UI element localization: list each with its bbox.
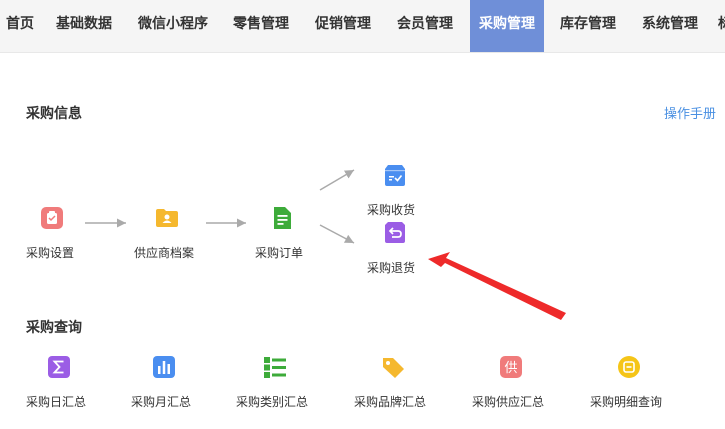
nav-item-mini-program[interactable]: 微信小程序 (138, 0, 208, 52)
nav-item-cut-off[interactable]: 标 (718, 0, 725, 52)
bar-chart-icon (152, 355, 176, 379)
query-label-detail-query: 采购明细查询 (590, 395, 663, 409)
sigma-icon (47, 355, 71, 379)
top-nav-bar: 首页 基础数据 微信小程序 零售管理 促销管理 会员管理 采购管理 库存管理 系… (0, 0, 725, 53)
return-box-icon (383, 220, 407, 244)
query-label-brand-summary: 采购品牌汇总 (354, 395, 427, 409)
flow-item-supplier-file[interactable]: 供应商档案 (134, 206, 199, 266)
nav-item-member[interactable]: 会员管理 (397, 0, 453, 52)
nav-item-home[interactable]: 首页 (6, 0, 34, 52)
folder-user-icon (155, 206, 179, 230)
nav-item-base-data[interactable]: 基础数据 (56, 0, 112, 52)
flow-label-purchase-receipt: 采购收货 (367, 203, 416, 217)
flow-label-purchase-return: 采购退货 (367, 261, 416, 275)
query-item-supply-summary[interactable]: 供 采购供应汇总 (472, 355, 554, 413)
nav-item-system[interactable]: 系统管理 (642, 0, 698, 52)
query-item-brand-summary[interactable]: 采购品牌汇总 (354, 355, 436, 413)
query-item-detail-query[interactable]: 采购明细查询 (590, 355, 672, 413)
flow-item-purchase-settings[interactable]: 采购设置 (26, 206, 74, 266)
supply-badge-text: 供 (504, 361, 517, 376)
document-icon (270, 206, 294, 230)
tag-icon (381, 355, 405, 379)
supply-badge-icon: 供 (499, 355, 523, 379)
query-item-category-summary[interactable]: 采购类别汇总 (236, 355, 318, 413)
query-label-daily-summary: 采购日汇总 (26, 395, 87, 409)
flow-label-purchase-order: 采购订单 (255, 246, 304, 260)
inbox-check-icon (383, 163, 407, 187)
flow-item-purchase-receipt[interactable]: 采购收货 (367, 163, 423, 219)
flow-arrow-order-to-receipt (319, 169, 355, 191)
nav-item-retail[interactable]: 零售管理 (233, 0, 289, 52)
clipboard-icon (40, 206, 64, 230)
flow-arrow-order-to-return (319, 224, 355, 244)
section-title-purchase-info: 采购信息 (26, 106, 82, 122)
detail-circle-icon (617, 355, 641, 379)
section-title-purchase-query: 采购查询 (26, 320, 82, 336)
query-label-supply-summary: 采购供应汇总 (472, 395, 545, 409)
query-item-daily-summary[interactable]: 采购日汇总 (26, 355, 96, 413)
list-icon (263, 355, 287, 379)
nav-item-inventory[interactable]: 库存管理 (560, 0, 616, 52)
query-item-monthly-summary[interactable]: 采购月汇总 (131, 355, 201, 413)
flow-label-supplier-file: 供应商档案 (134, 246, 195, 260)
annotation-arrow (428, 252, 566, 320)
flow-label-purchase-settings: 采购设置 (26, 246, 75, 260)
flow-item-purchase-return[interactable]: 采购退货 (367, 220, 423, 276)
query-label-monthly-summary: 采购月汇总 (131, 395, 192, 409)
operation-manual-link[interactable]: 操作手册 (664, 103, 716, 122)
nav-item-promotion[interactable]: 促销管理 (315, 0, 371, 52)
flow-item-purchase-order[interactable]: 采购订单 (255, 206, 309, 266)
query-label-category-summary: 采购类别汇总 (236, 395, 309, 409)
nav-item-purchase[interactable]: 采购管理 (470, 0, 544, 52)
